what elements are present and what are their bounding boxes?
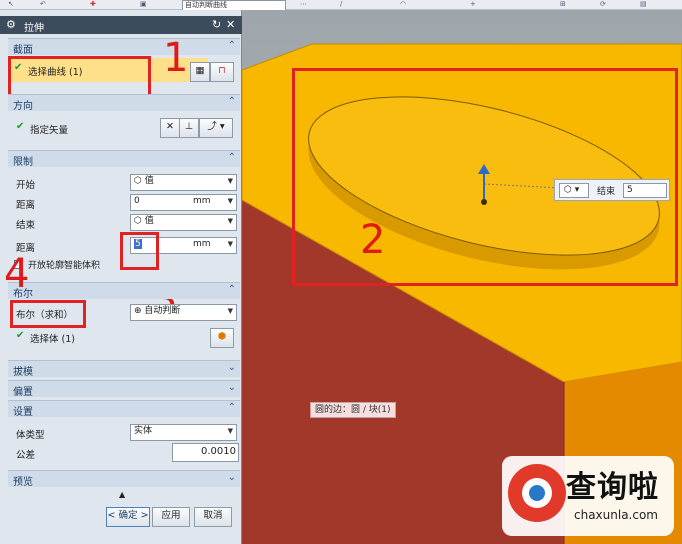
- section-offset-header[interactable]: 偏置 ⌄: [8, 380, 240, 398]
- cancel-button[interactable]: 取消: [194, 507, 232, 527]
- dialog-titlebar[interactable]: ⚙ 拉伸 ↻ ✕: [0, 16, 242, 34]
- body-type-label: 体类型: [16, 430, 45, 441]
- section-limits-title: 限制: [13, 157, 33, 168]
- undo-icon[interactable]: ↶: [40, 1, 46, 8]
- tolerance-value: 0.0010: [201, 446, 236, 457]
- graphics-viewport[interactable]: ⬡ ▾ 结束 5 圆的边：圆 / 块(1) 2 查询啦 chaxunla.com: [242, 10, 682, 544]
- chevron-up-icon[interactable]: ⌃: [228, 402, 236, 413]
- watermark-url: chaxunla.com: [574, 508, 658, 522]
- chevron-down-icon[interactable]: ⌄: [228, 472, 236, 483]
- watermark-logo-core: [529, 485, 545, 501]
- select-body-button[interactable]: ⬢: [210, 328, 234, 348]
- end-label: 结束: [16, 220, 36, 231]
- section-boolean-header[interactable]: 布尔 ⌃: [8, 282, 240, 300]
- curve-button[interactable]: ⊓: [210, 62, 234, 82]
- section-limits-header[interactable]: 限制 ⌃: [8, 150, 240, 168]
- value-type-icon: ⬡: [134, 176, 145, 186]
- boolean-select[interactable]: ⊕ 自动判断 ▼: [130, 304, 237, 321]
- gear-icon[interactable]: ⚙: [6, 18, 16, 31]
- check-icon: ✔: [16, 121, 25, 132]
- top-toolbar: ↖ ↶ ✚ ▣ 自动判断曲线 ⋯ ∕ ◠ + ⊞ ⟳ ▤: [0, 0, 682, 11]
- check-icon: ✔: [16, 330, 25, 341]
- expand-dialog-icon[interactable]: ▲: [119, 490, 125, 499]
- boolean-value: 自动判断: [144, 306, 181, 316]
- section-preview-header[interactable]: 预览 ⌄: [8, 470, 240, 488]
- close-icon[interactable]: ✕: [226, 18, 235, 31]
- chevron-up-icon[interactable]: ⌃: [228, 284, 236, 295]
- chevron-down-icon: ▼: [227, 240, 233, 248]
- tolerance-input[interactable]: 0.0010: [172, 443, 239, 462]
- start-label: 开始: [16, 180, 36, 191]
- body-type-value: 实体: [134, 426, 153, 436]
- chevron-down-icon[interactable]: ⌄: [228, 362, 236, 373]
- start-value: 值: [144, 176, 154, 186]
- value-type-icon: ⬡: [134, 216, 145, 226]
- section-preview-title: 预览: [13, 477, 33, 488]
- boolean-unite-icon: ⊕: [134, 306, 145, 316]
- select-body-label: 选择体 (1): [30, 334, 75, 345]
- end-select[interactable]: ⬡ 值 ▼: [130, 214, 237, 231]
- tolerance-label: 公差: [16, 450, 36, 461]
- box-icon[interactable]: ▣: [140, 1, 147, 8]
- annotation-box-2: [292, 68, 678, 286]
- select-icon[interactable]: ↖: [8, 1, 14, 8]
- end-distance-unit: mm: [193, 239, 211, 249]
- section-offset-title: 偏置: [13, 387, 33, 398]
- section-direction-header[interactable]: 方向 ⌃: [8, 94, 240, 112]
- reverse-direction-button[interactable]: ✕: [160, 118, 180, 138]
- start-select[interactable]: ⬡ 值 ▼: [130, 174, 237, 191]
- section-settings-title: 设置: [13, 407, 33, 418]
- point-snap-icon[interactable]: ⋯: [300, 1, 307, 8]
- watermark-brand: 查询啦: [566, 470, 659, 505]
- section-draft-title: 拔模: [13, 367, 33, 378]
- chevron-down-icon: ▼: [227, 217, 233, 225]
- start-distance-unit: mm: [193, 196, 211, 206]
- distance-label: 距离: [16, 200, 36, 211]
- chevron-up-icon[interactable]: ⌃: [228, 96, 236, 107]
- chevron-down-icon[interactable]: ⌄: [228, 382, 236, 393]
- arc-snap-icon[interactable]: ◠: [400, 1, 406, 8]
- snap-icon[interactable]: ✚: [90, 1, 96, 8]
- chevron-down-icon: ▼: [227, 427, 233, 435]
- chevron-up-icon[interactable]: ⌃: [228, 152, 236, 163]
- open-profile-label: 开放轮廓智能体积: [28, 261, 101, 271]
- annotation-number-4: 4: [4, 251, 30, 297]
- layer-icon[interactable]: ▤: [640, 1, 647, 8]
- plus-snap-icon[interactable]: +: [470, 1, 476, 8]
- section-direction-title: 方向: [13, 101, 33, 112]
- start-distance-input[interactable]: 0 mm ▼: [130, 194, 237, 211]
- ok-button[interactable]: < 确定 >: [106, 507, 150, 527]
- rotate-icon[interactable]: ⟳: [600, 1, 606, 8]
- annotation-box-3: [120, 232, 159, 270]
- annotation-number-2: 2: [360, 217, 386, 263]
- chevron-down-icon: ▼: [227, 197, 233, 205]
- sketch-section-button[interactable]: ▦: [190, 62, 210, 82]
- vector-dialog-button[interactable]: ⊥: [179, 118, 199, 138]
- section-draft-header[interactable]: 拔模 ⌄: [8, 360, 240, 378]
- section-settings-header[interactable]: 设置 ⌃: [8, 400, 240, 418]
- vector-type-dropdown[interactable]: ⤴ ▾: [199, 118, 233, 138]
- section-profile-header[interactable]: 截面 ⌃: [8, 38, 240, 56]
- chevron-up-icon[interactable]: ⌃: [228, 40, 236, 51]
- chevron-down-icon: ▼: [227, 177, 233, 185]
- start-distance-value: 0: [134, 196, 140, 206]
- chevron-down-icon: ▼: [227, 307, 233, 315]
- apply-button[interactable]: 应用: [152, 507, 190, 527]
- annotation-number-1: 1: [163, 35, 189, 81]
- end-value: 值: [144, 216, 154, 226]
- section-profile-title: 截面: [13, 45, 33, 56]
- body-type-select[interactable]: 实体 ▼: [130, 424, 237, 441]
- extrude-dialog: ⚙ 拉伸 ↻ ✕ 截面 ⌃ ✔ 选择曲线 (1) ▦ ⊓ 1 方向 ⌃ ✔ 指定…: [0, 10, 242, 544]
- line-snap-icon[interactable]: ∕: [340, 1, 342, 8]
- view-icon[interactable]: ⊞: [560, 1, 566, 8]
- watermark: 查询啦 chaxunla.com: [502, 456, 674, 536]
- annotation-box-4: [10, 300, 86, 328]
- specify-vector-label: 指定矢量: [30, 125, 69, 136]
- reset-icon[interactable]: ↻: [212, 18, 221, 31]
- selection-tooltip: 圆的边：圆 / 块(1): [310, 402, 396, 418]
- dialog-title: 拉伸: [24, 23, 44, 34]
